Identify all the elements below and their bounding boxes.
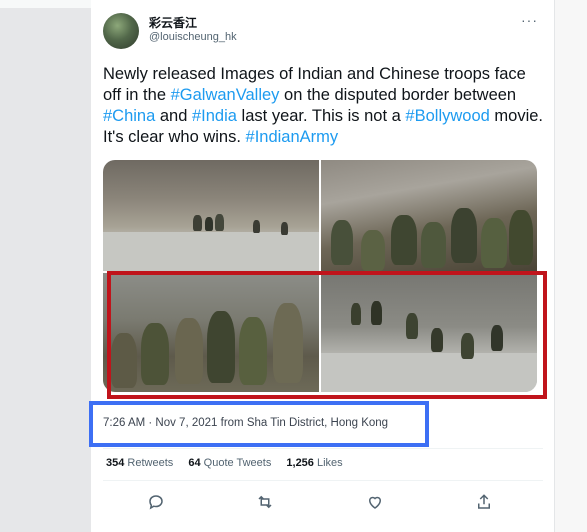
reply-icon[interactable] <box>142 488 170 516</box>
soldier-figure <box>281 222 288 235</box>
hashtag-link[interactable]: #India <box>192 107 237 125</box>
user-handle[interactable]: @louischeung_hk <box>149 31 237 43</box>
soldier-figure <box>391 215 417 265</box>
tweet-text-segment: and <box>155 107 192 125</box>
retweets-label: Retweets <box>127 457 174 469</box>
hashtag-link[interactable]: #IndianArmy <box>246 128 339 146</box>
soldier-figure <box>215 214 224 231</box>
quote-tweets-stat[interactable]: 64 Quote Tweets <box>188 457 271 469</box>
scrollbar-track[interactable] <box>554 0 587 532</box>
likes-stat[interactable]: 1,256 Likes <box>286 457 342 469</box>
like-icon[interactable] <box>361 488 389 516</box>
display-name[interactable]: 彩云香江 <box>149 14 197 31</box>
hashtag-link[interactable]: #GalwanValley <box>171 86 280 104</box>
soldier-figure <box>481 218 507 268</box>
retweets-stat[interactable]: 354 Retweets <box>106 457 173 469</box>
river-area <box>103 232 319 271</box>
likes-count: 1,256 <box>286 457 314 469</box>
soldier-figure <box>193 215 202 231</box>
soldier-figure <box>509 210 533 265</box>
more-dots-icon[interactable]: ··· <box>521 12 538 28</box>
red-highlight-box <box>107 271 547 399</box>
soldier-figure <box>253 220 260 233</box>
quotes-label: Quote Tweets <box>203 457 272 469</box>
engagement-stats: 354 Retweets 64 Quote Tweets 1,256 Likes <box>106 457 355 469</box>
share-icon[interactable] <box>470 488 498 516</box>
tweet-text: Newly released Images of Indian and Chin… <box>103 64 543 148</box>
divider <box>103 448 543 449</box>
soldier-figure <box>331 220 353 265</box>
quotes-count: 64 <box>188 457 201 469</box>
tweet-text-segment: last year. This is not a <box>236 107 406 125</box>
hashtag-link[interactable]: #China <box>103 107 155 125</box>
action-bar <box>0 488 587 518</box>
soldier-figure <box>205 217 213 231</box>
retweet-icon[interactable] <box>251 488 279 516</box>
soldier-figure <box>451 208 477 263</box>
avatar[interactable] <box>103 13 139 49</box>
tweet-timestamp[interactable]: 7:26 AM · Nov 7, 2021 from Sha Tin Distr… <box>103 417 388 429</box>
divider <box>103 480 543 481</box>
soldier-figure <box>361 230 385 271</box>
retweets-count: 354 <box>106 457 125 469</box>
likes-label: Likes <box>316 457 343 469</box>
media-image-1[interactable] <box>103 160 319 271</box>
media-image-2[interactable] <box>321 160 537 271</box>
hashtag-link[interactable]: #Bollywood <box>405 107 489 125</box>
soldier-figure <box>421 222 446 268</box>
tweet-text-segment: on the disputed border between <box>279 86 517 104</box>
